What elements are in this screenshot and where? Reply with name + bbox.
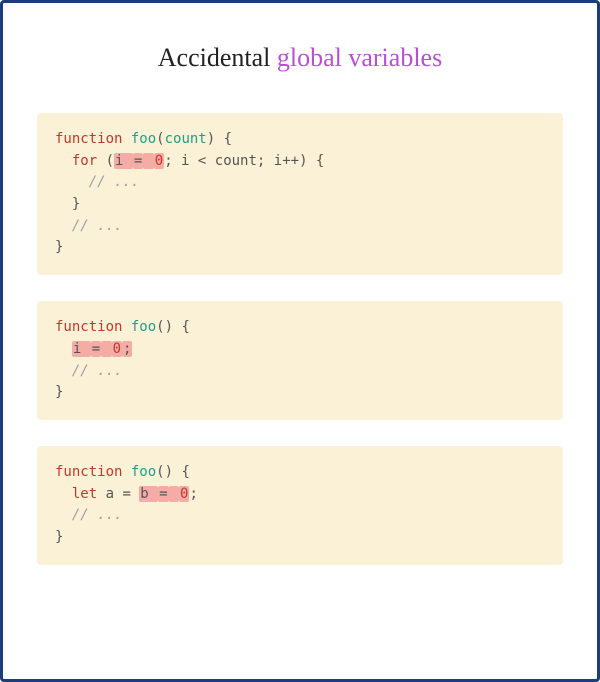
- code-token: function: [55, 319, 131, 335]
- code-token: ) {: [207, 131, 232, 147]
- code-token: }: [55, 529, 63, 545]
- code-token-highlight: [143, 153, 153, 169]
- code-token: }: [55, 196, 80, 212]
- code-token: () {: [156, 464, 190, 480]
- code-example-1: function foo(count) { for (i = 0; i < co…: [37, 113, 563, 275]
- title-part2: global variables: [277, 43, 442, 72]
- code-token: count: [165, 131, 207, 147]
- code-token-highlight: [101, 341, 111, 357]
- slide-frame: Accidental global variables function foo…: [0, 0, 600, 682]
- code-token-highlight: =: [91, 341, 101, 357]
- code-token: function: [55, 131, 131, 147]
- code-token: ++: [282, 153, 299, 169]
- code-token: for: [72, 153, 106, 169]
- code-token: (: [156, 131, 164, 147]
- code-token: [55, 507, 72, 523]
- code-token: ; i: [164, 153, 198, 169]
- code-token: [55, 218, 72, 234]
- code-token: // ...: [72, 363, 123, 379]
- code-token: ) {: [299, 153, 324, 169]
- code-token-highlight: 0: [112, 341, 122, 357]
- code-token: [55, 363, 72, 379]
- code-token-highlight: 0: [154, 153, 164, 169]
- code-token: foo: [131, 319, 156, 335]
- code-token-highlight: =: [158, 486, 168, 502]
- code-token: }: [55, 239, 63, 255]
- code-token: count; i: [206, 153, 282, 169]
- code-token: foo: [131, 464, 156, 480]
- code-token: // ...: [72, 507, 123, 523]
- code-token-highlight: i: [72, 341, 91, 357]
- code-token: [55, 174, 89, 190]
- code-token-highlight: i: [114, 153, 133, 169]
- code-token: ;: [189, 486, 197, 502]
- code-token-highlight: b: [139, 486, 158, 502]
- code-token: }: [55, 384, 63, 400]
- code-token-highlight: =: [133, 153, 143, 169]
- code-token: a: [106, 486, 123, 502]
- code-token: () {: [156, 319, 190, 335]
- slide-title: Accidental global variables: [37, 43, 563, 73]
- code-token-highlight: 0: [179, 486, 189, 502]
- code-token: let: [72, 486, 106, 502]
- code-token: [55, 153, 72, 169]
- code-token: foo: [131, 131, 156, 147]
- code-token: // ...: [89, 174, 140, 190]
- title-part1: Accidental: [158, 43, 277, 72]
- code-token: function: [55, 464, 131, 480]
- code-token: [55, 341, 72, 357]
- code-example-2: function foo() { i = 0; // ... }: [37, 301, 563, 420]
- code-token-highlight: ;: [122, 341, 132, 357]
- code-example-3: function foo() { let a = b = 0; // ... }: [37, 446, 563, 565]
- code-token: [55, 486, 72, 502]
- code-token: (: [106, 153, 114, 169]
- code-token: // ...: [72, 218, 123, 234]
- code-token-highlight: [169, 486, 179, 502]
- code-token: =: [122, 486, 139, 502]
